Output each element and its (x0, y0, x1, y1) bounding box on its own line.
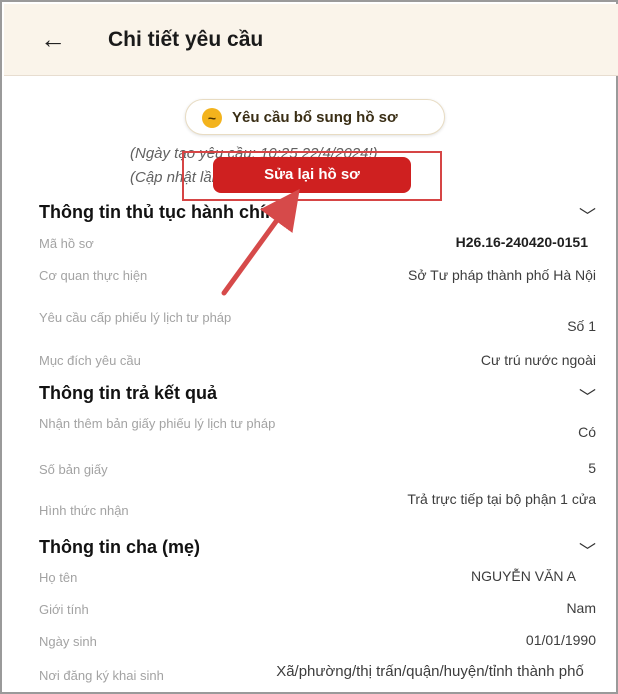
row-label: Hình thức nhận (39, 503, 129, 518)
row-value: Xã/phường/thị trấn/quận/huyện/tỉnh thành… (276, 663, 584, 680)
row-value: Sở Tư pháp thành phố Hà Nội (408, 267, 596, 283)
row-label: Cơ quan thực hiện (39, 268, 148, 283)
edit-dossier-button[interactable]: Sửa lại hồ sơ (213, 157, 411, 193)
back-arrow-icon[interactable]: ← (40, 24, 70, 54)
row-label: Ngày sinh (39, 634, 97, 649)
row-value: Có (578, 424, 596, 440)
row-label: Yêu cầu cấp phiếu lý lịch tư pháp (39, 310, 232, 325)
row-label: Nơi đăng ký khai sinh (39, 668, 164, 683)
row-value: Số 1 (567, 318, 596, 334)
row-value: H26.16-240420-0151 (455, 234, 588, 250)
row-value: Nam (566, 600, 596, 616)
chevron-down-icon[interactable]: ﹀ (579, 537, 596, 562)
row-value: Trả trực tiếp tại bộ phận 1 cửa (407, 491, 596, 507)
page-title: Chi tiết yêu cầu (108, 28, 264, 51)
row-label: Mã hồ sơ (39, 236, 94, 251)
top-bar: ← Chi tiết yêu cầu (4, 4, 618, 76)
row-value: 01/01/1990 (525, 632, 596, 648)
chevron-down-icon[interactable]: ﹀ (579, 202, 596, 227)
row-value: NGUYỄN VĂN A (470, 568, 576, 584)
app-screen: ← Chi tiết yêu cầu ~ Yêu cầu bổ sung hồ … (0, 0, 618, 694)
row-label: Số bản giấy (39, 462, 108, 477)
status-badge: ~ Yêu cầu bổ sung hồ sơ (185, 99, 445, 135)
row-label: Nhận thêm bản giấy phiếu lý lịch tư pháp (39, 416, 276, 431)
row-label: Mục đích yêu cầu (39, 353, 141, 368)
section-title-procedure: Thông tin thủ tục hành chính (39, 202, 287, 222)
section-title-parent: Thông tin cha (mẹ) (39, 537, 200, 557)
row-label: Họ tên (39, 570, 78, 585)
row-value: Cư trú nước ngoài (480, 352, 596, 368)
chevron-down-icon[interactable]: ﹀ (579, 383, 596, 408)
warning-wave-icon: ~ (202, 108, 222, 128)
status-label: Yêu cầu bổ sung hồ sơ (232, 109, 398, 126)
row-value: 5 (588, 460, 596, 476)
section-title-result: Thông tin trả kết quả (39, 383, 217, 403)
row-label: Giới tính (39, 602, 89, 617)
